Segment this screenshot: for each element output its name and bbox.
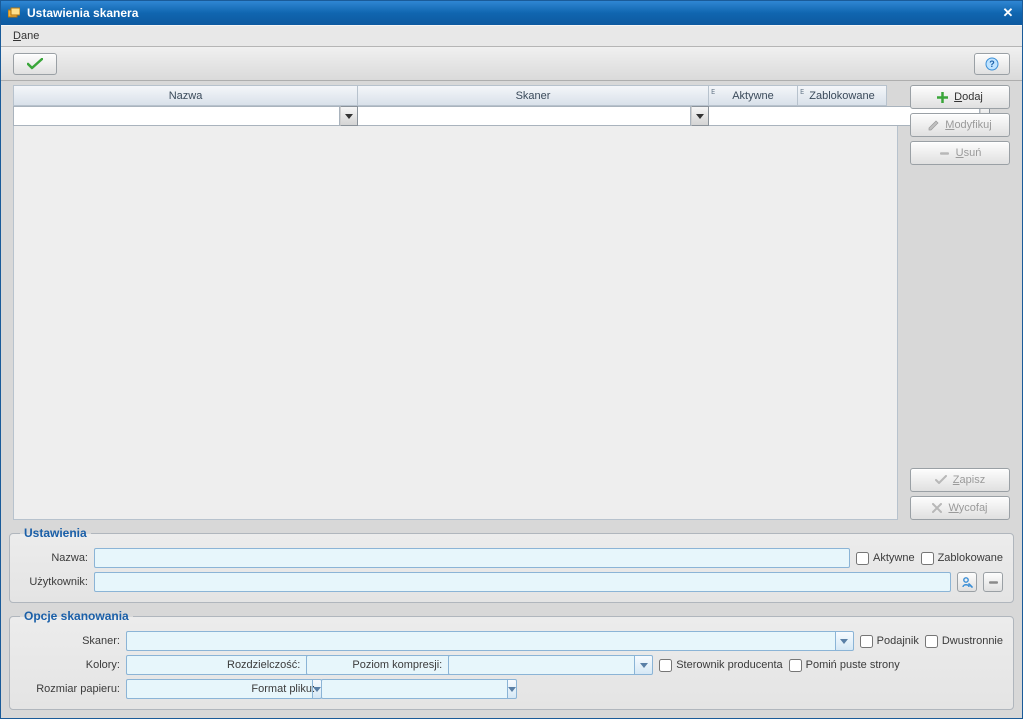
podajnik-checkbox[interactable]: Podajnik [860,635,919,648]
grid-filter-row [13,106,898,126]
sort-marker-icon: E [800,88,804,96]
minus-icon [939,148,950,159]
plus-icon [937,92,948,103]
sort-marker-icon: E [711,88,715,96]
svg-text:?: ? [989,59,995,69]
filter-nazwa-input[interactable] [13,106,340,126]
poziom-combo[interactable] [448,655,653,675]
col-zablokowane[interactable]: E Zablokowane [798,85,887,106]
grid-header: Nazwa Skaner E Aktywne E Zablokowane [13,85,898,106]
col-skaner-label: Skaner [516,90,551,102]
filter-skaner-dropdown[interactable] [691,106,709,126]
filter-skaner-input[interactable] [358,106,691,126]
edit-button[interactable]: Modyfikuj [910,113,1010,137]
dwustronnie-checkbox-label: Dwustronnie [942,635,1003,647]
side-buttons: Dodaj Modyfikuj Usuń Zapisz Wycofaj [910,85,1010,520]
uzytkownik-input[interactable] [94,572,951,592]
rozdz-combo[interactable] [306,655,346,675]
zablokowane-checkbox-input[interactable] [921,552,934,565]
main: Nazwa Skaner E Aktywne E Zablokowane [1,81,1022,522]
nazwa-label: Nazwa: [20,552,88,564]
col-nazwa-label: Nazwa [169,90,203,102]
nazwa-input[interactable] [94,548,850,568]
delete-button[interactable]: Usuń [910,141,1010,165]
minus-icon [988,577,999,588]
podajnik-checkbox-label: Podajnik [877,635,919,647]
save-button[interactable]: Zapisz [910,468,1010,492]
cancel-button[interactable]: Wycofaj [910,496,1010,520]
pomin-checkbox-label: Pomiń puste strony [806,659,900,671]
aktywne-checkbox-label: Aktywne [873,552,915,564]
format-label: Format pliku: [227,683,315,695]
bottom-panels: Ustawienia Nazwa: Aktywne Zablokowane Uż… [1,522,1022,718]
aktywne-checkbox[interactable]: Aktywne [856,552,915,565]
kolory-combo[interactable] [126,655,221,675]
col-nazwa[interactable]: Nazwa [13,85,358,106]
aktywne-checkbox-input[interactable] [856,552,869,565]
group-ustawienia-legend: Ustawienia [20,526,91,540]
pomin-checkbox[interactable]: Pomiń puste strony [789,659,900,672]
rozmiar-combo[interactable] [126,679,221,699]
skaner-input[interactable] [126,631,836,651]
sterownik-checkbox[interactable]: Sterownik producenta [659,659,782,672]
add-button[interactable]: Dodaj [910,85,1010,109]
group-opcje: Opcje skanowania Skaner: Podajnik Dwustr… [9,609,1014,710]
chevron-down-icon [840,639,848,644]
poziom-input[interactable] [448,655,635,675]
grid: Nazwa Skaner E Aktywne E Zablokowane [13,85,898,520]
chevron-down-icon [508,687,516,692]
app-icon [7,6,21,20]
dwustronnie-checkbox[interactable]: Dwustronnie [925,635,1003,648]
filter-nazwa-dropdown[interactable] [340,106,358,126]
kolory-label: Kolory: [20,659,120,671]
format-combo[interactable] [321,679,381,699]
poziom-label: Poziom kompresji: [352,659,442,671]
poziom-dropdown[interactable] [635,655,653,675]
sterownik-checkbox-label: Sterownik producenta [676,659,782,671]
window-title: Ustawienia skanera [27,6,138,20]
format-dropdown[interactable] [508,679,517,699]
group-opcje-legend: Opcje skanowania [20,609,133,623]
help-button[interactable]: ? [974,53,1010,75]
pomin-checkbox-input[interactable] [789,659,802,672]
user-clear-button[interactable] [983,572,1003,592]
window: Ustawienia skanera ✕ Dane ? Nazwa Skaner [0,0,1023,719]
user-lookup-button[interactable] [957,572,977,592]
col-aktywne-label: Aktywne [732,90,774,102]
col-zablokowane-label: Zablokowane [809,90,874,102]
check-icon [935,475,947,485]
zablokowane-checkbox[interactable]: Zablokowane [921,552,1003,565]
rozdz-label: Rozdzielczość: [227,659,300,671]
sterownik-checkbox-input[interactable] [659,659,672,672]
col-aktywne[interactable]: E Aktywne [709,85,798,106]
dwustronnie-checkbox-input[interactable] [925,635,938,648]
format-input[interactable] [321,679,508,699]
check-icon [27,58,43,70]
toolbar: ? [1,47,1022,81]
menu-dane[interactable]: Dane [7,28,45,44]
confirm-button[interactable] [13,53,57,75]
skaner-dropdown[interactable] [836,631,854,651]
grid-body[interactable] [13,126,898,520]
uzytkownik-label: Użytkownik: [20,576,88,588]
help-icon: ? [985,57,999,71]
close-button[interactable]: ✕ [1000,5,1016,21]
col-skaner[interactable]: Skaner [358,85,709,106]
titlebar: Ustawienia skanera ✕ [1,1,1022,25]
group-ustawienia: Ustawienia Nazwa: Aktywne Zablokowane Uż… [9,526,1014,603]
skaner-combo[interactable] [126,631,854,651]
zablokowane-checkbox-label: Zablokowane [938,552,1003,564]
podajnik-checkbox-input[interactable] [860,635,873,648]
chevron-down-icon [640,663,648,668]
user-search-icon [961,576,973,588]
skaner-label: Skaner: [20,635,120,647]
pencil-icon [928,120,939,131]
rozmiar-label: Rozmiar papieru: [20,683,120,695]
menubar: Dane [1,25,1022,47]
x-icon [932,503,942,513]
